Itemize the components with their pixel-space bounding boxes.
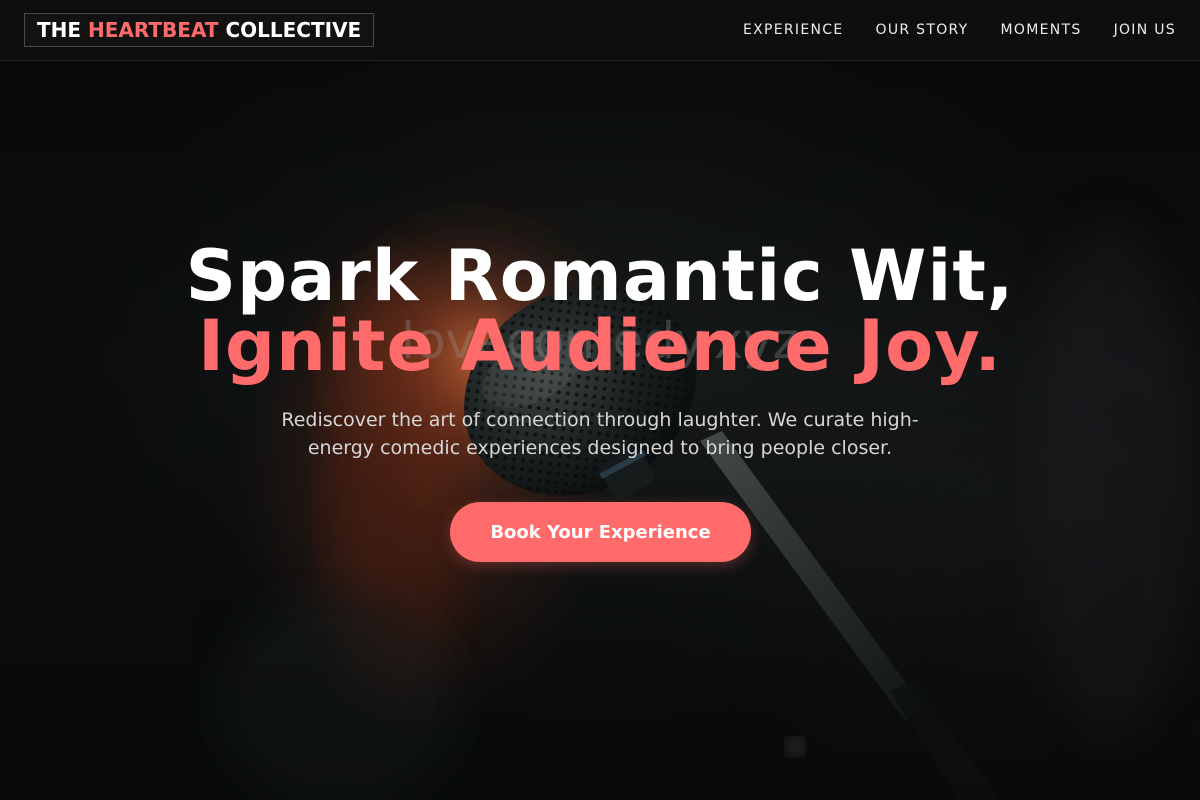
book-experience-button[interactable]: Book Your Experience <box>450 502 751 562</box>
brand-logo[interactable]: THE HEARTBEAT COLLECTIVE <box>24 13 375 47</box>
brand-prefix: THE <box>37 18 89 42</box>
hero-content: Spark Romantic Wit, Ignite Audience Joy.… <box>0 0 1200 800</box>
hero-subtitle: Rediscover the art of connection through… <box>281 409 919 459</box>
site-header: THE HEARTBEAT COLLECTIVE EXPERIENCE OUR … <box>0 0 1200 61</box>
nav-link-our-story[interactable]: OUR STORY <box>876 22 969 38</box>
brand-suffix: COLLECTIVE <box>218 18 362 42</box>
landing-page: THE HEARTBEAT COLLECTIVE EXPERIENCE OUR … <box>0 0 1200 800</box>
nav-link-join-us[interactable]: JOIN US <box>1114 22 1176 38</box>
nav-link-moments[interactable]: MOMENTS <box>1001 22 1082 38</box>
nav-link-experience[interactable]: EXPERIENCE <box>743 22 844 38</box>
hero-headline-line-2: Ignite Audience Joy. <box>198 305 1002 387</box>
main-nav: EXPERIENCE OUR STORY MOMENTS JOIN US <box>743 0 1176 60</box>
brand-accent: HEARTBEAT <box>88 18 219 42</box>
